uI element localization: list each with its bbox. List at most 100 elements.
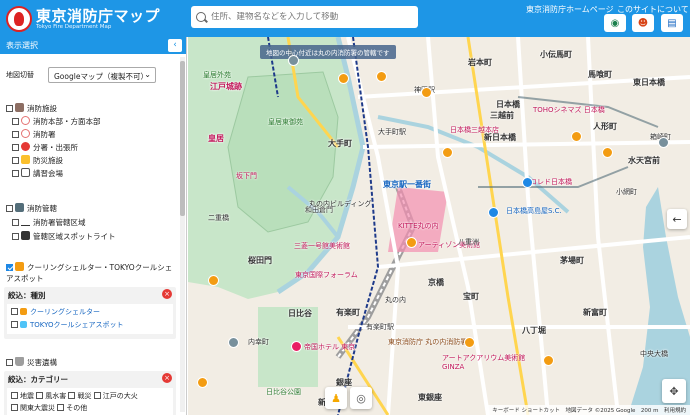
group-checkbox[interactable]	[6, 205, 13, 212]
map-canvas[interactable]: 地図の中心付近は丸の内消防署の管轄です 皇居外苑 江戸城跡 皇居 皇居東御苑 坂…	[188, 37, 690, 415]
layer-item[interactable]: 消防署管轄区域	[12, 217, 186, 228]
sidebar-title: 表示選択	[6, 41, 38, 50]
app-logo[interactable]: 東京消防庁マップ Tokyo Fire Department Map	[6, 4, 164, 34]
expand-sidebar-button[interactable]: ←	[667, 209, 687, 229]
poi-marker[interactable]	[488, 207, 499, 218]
share-button[interactable]: ▤	[661, 14, 683, 32]
sidebar-scroll-thumb[interactable]	[180, 61, 185, 216]
layer-checkbox[interactable]	[12, 118, 19, 125]
cooling-shelter-marker[interactable]	[602, 147, 613, 158]
app-header: 東京消防庁マップ Tokyo Fire Department Map 東京消防庁…	[0, 0, 690, 37]
cooling-shelter-marker[interactable]	[464, 337, 475, 348]
option-checkbox[interactable]	[57, 404, 65, 411]
option-checkbox[interactable]	[68, 392, 76, 399]
filter-option[interactable]: 風水害	[36, 392, 66, 400]
station-marker[interactable]	[288, 55, 299, 66]
jurisdiction-icon	[15, 203, 24, 212]
station-marker[interactable]	[658, 137, 669, 148]
layer-checkbox[interactable]	[12, 157, 19, 164]
branch-icon	[21, 142, 30, 151]
cooling-shelter-marker[interactable]	[338, 73, 349, 84]
poi-marker[interactable]	[291, 341, 302, 352]
map-label: 皇居	[208, 134, 224, 143]
map-label: 人形町	[593, 122, 617, 131]
map-label: 丸の内	[385, 296, 406, 304]
layers-button[interactable]: ◉	[604, 14, 626, 32]
clear-filter-button[interactable]: ×	[162, 373, 172, 383]
option-label: 戦災	[77, 392, 92, 400]
group-checkbox[interactable]	[6, 359, 13, 366]
cooling-shelter-marker[interactable]	[406, 237, 417, 248]
option-label: 関東大震災	[20, 404, 55, 412]
cooling-shelter-marker[interactable]	[571, 131, 582, 142]
option-checkbox[interactable]	[11, 404, 18, 411]
clear-filter-button[interactable]: ×	[162, 289, 172, 299]
group-checkbox[interactable]	[6, 264, 13, 271]
option-label: クーリングシェルター	[30, 308, 100, 316]
group-checkbox[interactable]	[6, 105, 13, 112]
option-checkbox[interactable]	[93, 392, 101, 399]
layer-item[interactable]: 消防署	[12, 129, 186, 140]
station-icon	[21, 129, 30, 138]
map-switch-select[interactable]: Googleマップ（複製不可） ⌄	[48, 67, 156, 83]
layer-checkbox[interactable]	[12, 219, 19, 226]
filter-option[interactable]: 地震	[11, 392, 34, 400]
layer-item[interactable]: 講習会場	[12, 168, 186, 179]
home-link[interactable]: 東京消防庁ホームページ	[526, 4, 614, 15]
filter-option[interactable]: TOKYOクールシェアスポット	[11, 319, 173, 332]
layer-item[interactable]: 消防本部・方面本部	[12, 116, 186, 127]
search-input[interactable]	[211, 12, 406, 22]
map-label: 有楽町	[336, 308, 360, 317]
filter-option[interactable]: その他	[57, 404, 87, 412]
layer-checkbox[interactable]	[12, 144, 19, 151]
map-label: 日比谷	[288, 309, 312, 318]
layer-item[interactable]: 管轄区域スポットライト	[12, 231, 186, 242]
collapse-sidebar-button[interactable]: ‹	[168, 39, 182, 52]
fullscreen-button[interactable]: ✥	[662, 379, 686, 403]
group-disaster[interactable]: 災害遺構	[6, 357, 184, 368]
layer-item[interactable]: 分署・出張所	[12, 142, 186, 153]
map-label: 東日本橋	[633, 78, 665, 87]
group-label: 消防施設	[27, 104, 57, 113]
cooling-shelter-marker[interactable]	[197, 377, 208, 388]
option-checkbox[interactable]	[11, 392, 18, 399]
option-checkbox[interactable]	[36, 392, 44, 399]
search-bar[interactable]	[191, 6, 418, 28]
chevron-down-icon: ⌄	[144, 70, 151, 79]
layer-label: 消防本部・方面本部	[33, 117, 101, 126]
map-label: 有楽町駅	[366, 323, 394, 331]
map-label: 日本橋高島屋S.C.	[506, 207, 562, 215]
mascot-icon: ☻	[637, 17, 649, 29]
cooling-shelter-marker[interactable]	[208, 275, 219, 286]
map-label: 坂下門	[236, 172, 257, 180]
pegman-button[interactable]: ♟	[325, 387, 347, 409]
filter-option[interactable]: 戦災	[68, 392, 91, 400]
layer-checkbox[interactable]	[12, 170, 19, 177]
poi-marker[interactable]	[522, 177, 533, 188]
sidebar-header: 表示選択 ‹	[0, 37, 186, 54]
station-marker[interactable]	[228, 337, 239, 348]
filter-title: 絞込：カテゴリー	[8, 375, 68, 384]
layer-checkbox[interactable]	[12, 131, 19, 138]
cooling-shelter-marker[interactable]	[442, 147, 453, 158]
option-checkbox[interactable]	[11, 308, 18, 315]
filter-option[interactable]: クーリングシェルター	[11, 306, 173, 319]
cooling-shelter-marker[interactable]	[543, 355, 554, 366]
cooling-shelter-marker[interactable]	[421, 87, 432, 98]
map-label: 東銀座	[418, 393, 442, 402]
map-label: 馬喰町	[588, 70, 612, 79]
mascot-button[interactable]: ☻	[632, 14, 654, 32]
locate-button[interactable]: ◎	[350, 387, 372, 409]
boundary-line-icon	[21, 221, 30, 226]
map-label: アートアクアリウム美術館 GINZA	[442, 354, 526, 371]
layer-checkbox[interactable]	[12, 233, 19, 240]
option-checkbox[interactable]	[11, 321, 18, 328]
group-jurisdiction[interactable]: 消防管轄	[6, 203, 184, 214]
filter-option[interactable]: 関東大震災	[11, 404, 55, 412]
cooling-shelter-marker[interactable]	[376, 71, 387, 82]
group-cooling[interactable]: クーリングシェルター・TOKYOクールシェアスポット	[6, 262, 178, 284]
group-facilities[interactable]: 消防施設	[6, 103, 184, 114]
map-label: 東京国際フォーラム	[295, 271, 358, 279]
layer-item[interactable]: 防災施設	[12, 155, 186, 166]
filter-option[interactable]: 江戸の大火	[93, 392, 138, 400]
